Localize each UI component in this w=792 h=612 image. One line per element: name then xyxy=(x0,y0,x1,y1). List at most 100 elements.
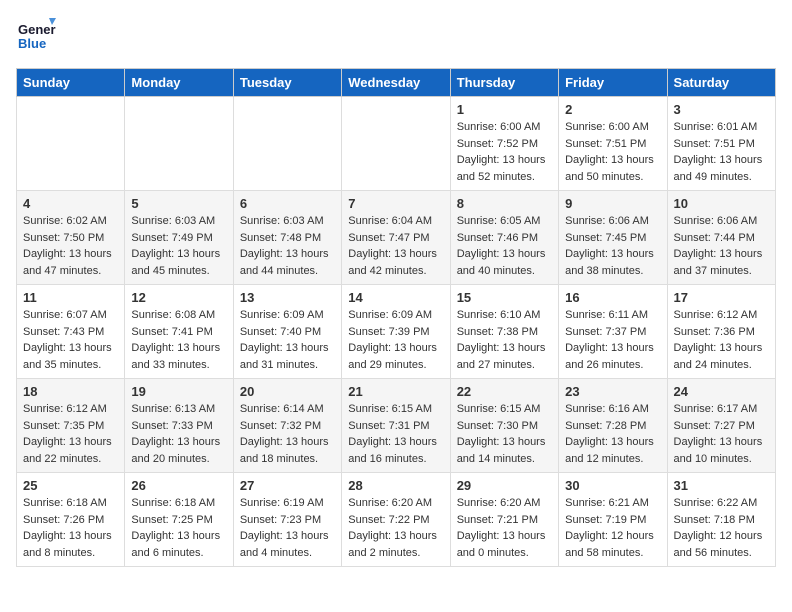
day-info: Sunrise: 6:01 AM Sunset: 7:51 PM Dayligh… xyxy=(674,119,769,185)
day-number: 9 xyxy=(565,196,660,211)
day-info: Sunrise: 6:04 AM Sunset: 7:47 PM Dayligh… xyxy=(348,213,443,279)
day-number: 3 xyxy=(674,102,769,117)
calendar-cell: 1 Sunrise: 6:00 AM Sunset: 7:52 PM Daylig… xyxy=(450,97,558,191)
calendar-cell xyxy=(17,97,125,191)
day-info: Sunrise: 6:09 AM Sunset: 7:40 PM Dayligh… xyxy=(240,307,335,373)
calendar-cell: 29 Sunrise: 6:20 AM Sunset: 7:21 PM Dayli… xyxy=(450,473,558,567)
calendar-week-2: 4Sunrise: 6:02 AM Sunset: 7:50 PM Daylig… xyxy=(17,191,776,285)
col-header-sunday: Sunday xyxy=(17,69,125,97)
day-info: Sunrise: 6:02 AM Sunset: 7:50 PM Dayligh… xyxy=(23,213,118,279)
calendar-cell: 22 Sunrise: 6:15 AM Sunset: 7:30 PM Dayli… xyxy=(450,379,558,473)
day-number: 13 xyxy=(240,290,335,305)
calendar-cell: 14Sunrise: 6:09 AM Sunset: 7:39 PM Dayli… xyxy=(342,285,450,379)
day-info: Sunrise: 6:03 AM Sunset: 7:49 PM Dayligh… xyxy=(131,213,226,279)
day-info: Sunrise: 6:19 AM Sunset: 7:23 PM Dayligh… xyxy=(240,495,335,561)
day-info: Sunrise: 6:09 AM Sunset: 7:39 PM Dayligh… xyxy=(348,307,443,373)
col-header-wednesday: Wednesday xyxy=(342,69,450,97)
logo: General Blue xyxy=(16,16,56,56)
calendar-cell: 12Sunrise: 6:08 AM Sunset: 7:41 PM Dayli… xyxy=(125,285,233,379)
day-info: Sunrise: 6:20 AM Sunset: 7:21 PM Dayligh… xyxy=(457,495,552,561)
calendar-cell: 17 Sunrise: 6:12 AM Sunset: 7:36 PM Dayli… xyxy=(667,285,775,379)
calendar-cell xyxy=(233,97,341,191)
day-number: 16 xyxy=(565,290,660,305)
calendar-cell xyxy=(125,97,233,191)
calendar-cell xyxy=(342,97,450,191)
calendar-cell: 31 Sunrise: 6:22 AM Sunset: 7:18 PM Dayli… xyxy=(667,473,775,567)
calendar-cell: 28 Sunrise: 6:20 AM Sunset: 7:22 PM Dayli… xyxy=(342,473,450,567)
calendar-week-3: 11 Sunrise: 6:07 AM Sunset: 7:43 PM Dayli… xyxy=(17,285,776,379)
calendar-cell: 11 Sunrise: 6:07 AM Sunset: 7:43 PM Dayli… xyxy=(17,285,125,379)
calendar-cell: 9 Sunrise: 6:06 AM Sunset: 7:45 PM Daylig… xyxy=(559,191,667,285)
day-number: 12 xyxy=(131,290,226,305)
day-number: 17 xyxy=(674,290,769,305)
svg-text:General: General xyxy=(18,22,56,37)
calendar-cell: 3 Sunrise: 6:01 AM Sunset: 7:51 PM Daylig… xyxy=(667,97,775,191)
svg-text:Blue: Blue xyxy=(18,36,46,51)
calendar-cell: 4Sunrise: 6:02 AM Sunset: 7:50 PM Daylig… xyxy=(17,191,125,285)
day-info: Sunrise: 6:15 AM Sunset: 7:31 PM Dayligh… xyxy=(348,401,443,467)
calendar-table: SundayMondayTuesdayWednesdayThursdayFrid… xyxy=(16,68,776,567)
day-number: 1 xyxy=(457,102,552,117)
calendar-cell: 8Sunrise: 6:05 AM Sunset: 7:46 PM Daylig… xyxy=(450,191,558,285)
calendar-cell: 6 Sunrise: 6:03 AM Sunset: 7:48 PM Daylig… xyxy=(233,191,341,285)
col-header-thursday: Thursday xyxy=(450,69,558,97)
calendar-cell: 24 Sunrise: 6:17 AM Sunset: 7:27 PM Dayli… xyxy=(667,379,775,473)
day-info: Sunrise: 6:11 AM Sunset: 7:37 PM Dayligh… xyxy=(565,307,660,373)
calendar-cell: 2Sunrise: 6:00 AM Sunset: 7:51 PM Daylig… xyxy=(559,97,667,191)
day-info: Sunrise: 6:06 AM Sunset: 7:44 PM Dayligh… xyxy=(674,213,769,279)
day-number: 28 xyxy=(348,478,443,493)
day-info: Sunrise: 6:10 AM Sunset: 7:38 PM Dayligh… xyxy=(457,307,552,373)
calendar-cell: 19 Sunrise: 6:13 AM Sunset: 7:33 PM Dayli… xyxy=(125,379,233,473)
calendar-cell: 15Sunrise: 6:10 AM Sunset: 7:38 PM Dayli… xyxy=(450,285,558,379)
col-header-saturday: Saturday xyxy=(667,69,775,97)
day-info: Sunrise: 6:12 AM Sunset: 7:36 PM Dayligh… xyxy=(674,307,769,373)
page-header: General Blue xyxy=(16,16,776,56)
day-info: Sunrise: 6:21 AM Sunset: 7:19 PM Dayligh… xyxy=(565,495,660,561)
day-number: 31 xyxy=(674,478,769,493)
day-number: 26 xyxy=(131,478,226,493)
calendar-cell: 23 Sunrise: 6:16 AM Sunset: 7:28 PM Dayli… xyxy=(559,379,667,473)
day-info: Sunrise: 6:15 AM Sunset: 7:30 PM Dayligh… xyxy=(457,401,552,467)
day-number: 22 xyxy=(457,384,552,399)
day-number: 19 xyxy=(131,384,226,399)
day-info: Sunrise: 6:22 AM Sunset: 7:18 PM Dayligh… xyxy=(674,495,769,561)
day-info: Sunrise: 6:20 AM Sunset: 7:22 PM Dayligh… xyxy=(348,495,443,561)
day-info: Sunrise: 6:16 AM Sunset: 7:28 PM Dayligh… xyxy=(565,401,660,467)
day-number: 23 xyxy=(565,384,660,399)
day-info: Sunrise: 6:12 AM Sunset: 7:35 PM Dayligh… xyxy=(23,401,118,467)
calendar-cell: 27 Sunrise: 6:19 AM Sunset: 7:23 PM Dayli… xyxy=(233,473,341,567)
day-info: Sunrise: 6:14 AM Sunset: 7:32 PM Dayligh… xyxy=(240,401,335,467)
calendar-cell: 21 Sunrise: 6:15 AM Sunset: 7:31 PM Dayli… xyxy=(342,379,450,473)
calendar-cell: 26Sunrise: 6:18 AM Sunset: 7:25 PM Dayli… xyxy=(125,473,233,567)
logo-icon: General Blue xyxy=(16,16,56,56)
day-number: 21 xyxy=(348,384,443,399)
day-number: 30 xyxy=(565,478,660,493)
day-number: 6 xyxy=(240,196,335,211)
calendar-cell: 13 Sunrise: 6:09 AM Sunset: 7:40 PM Dayli… xyxy=(233,285,341,379)
calendar-cell: 18 Sunrise: 6:12 AM Sunset: 7:35 PM Dayli… xyxy=(17,379,125,473)
day-info: Sunrise: 6:18 AM Sunset: 7:26 PM Dayligh… xyxy=(23,495,118,561)
calendar-cell: 16 Sunrise: 6:11 AM Sunset: 7:37 PM Dayli… xyxy=(559,285,667,379)
day-number: 11 xyxy=(23,290,118,305)
calendar-week-4: 18 Sunrise: 6:12 AM Sunset: 7:35 PM Dayli… xyxy=(17,379,776,473)
day-number: 5 xyxy=(131,196,226,211)
day-number: 29 xyxy=(457,478,552,493)
calendar-week-5: 25 Sunrise: 6:18 AM Sunset: 7:26 PM Dayli… xyxy=(17,473,776,567)
day-number: 18 xyxy=(23,384,118,399)
day-number: 20 xyxy=(240,384,335,399)
day-info: Sunrise: 6:13 AM Sunset: 7:33 PM Dayligh… xyxy=(131,401,226,467)
day-info: Sunrise: 6:17 AM Sunset: 7:27 PM Dayligh… xyxy=(674,401,769,467)
day-info: Sunrise: 6:00 AM Sunset: 7:52 PM Dayligh… xyxy=(457,119,552,185)
col-header-monday: Monday xyxy=(125,69,233,97)
day-info: Sunrise: 6:06 AM Sunset: 7:45 PM Dayligh… xyxy=(565,213,660,279)
logo-container: General Blue xyxy=(16,16,56,56)
day-number: 2 xyxy=(565,102,660,117)
day-info: Sunrise: 6:07 AM Sunset: 7:43 PM Dayligh… xyxy=(23,307,118,373)
day-number: 7 xyxy=(348,196,443,211)
day-number: 24 xyxy=(674,384,769,399)
day-number: 27 xyxy=(240,478,335,493)
calendar-cell: 10Sunrise: 6:06 AM Sunset: 7:44 PM Dayli… xyxy=(667,191,775,285)
day-number: 25 xyxy=(23,478,118,493)
day-info: Sunrise: 6:03 AM Sunset: 7:48 PM Dayligh… xyxy=(240,213,335,279)
col-header-tuesday: Tuesday xyxy=(233,69,341,97)
